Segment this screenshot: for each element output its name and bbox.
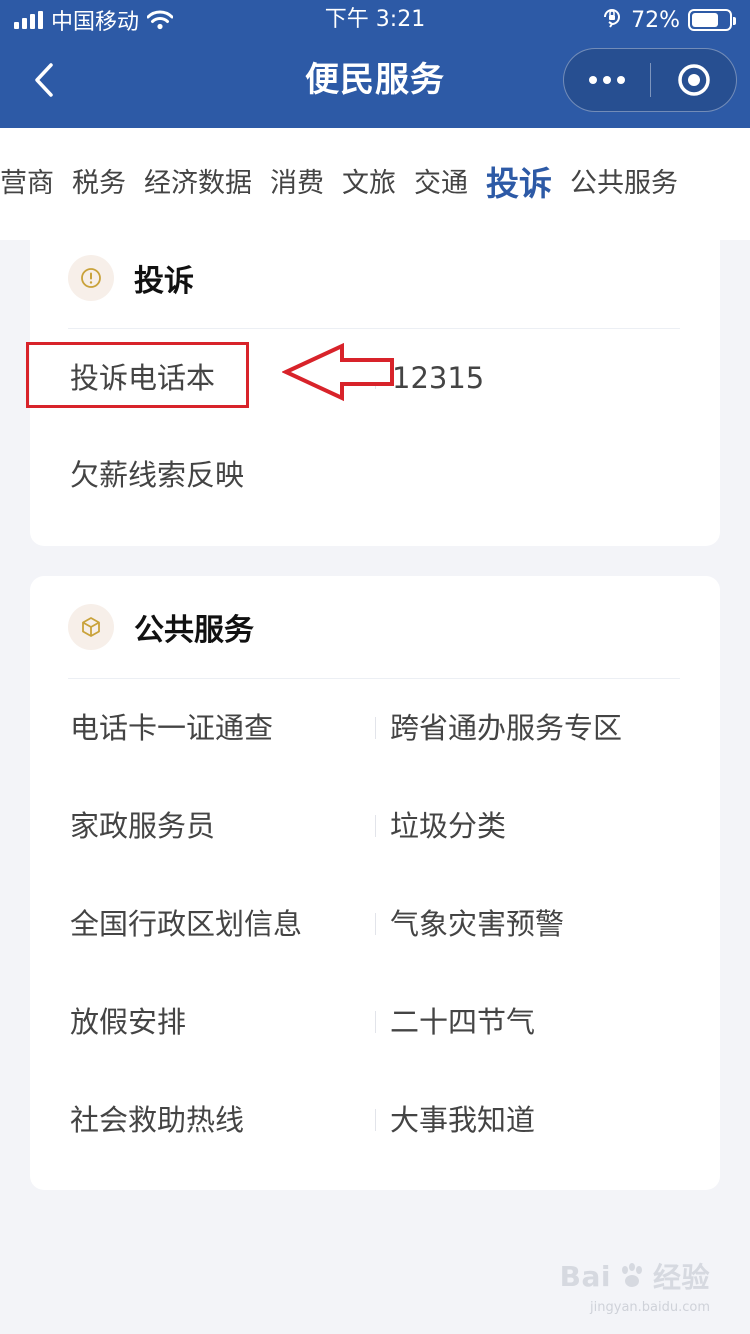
box-icon (68, 604, 114, 650)
tab-yingshang[interactable]: 营商 (0, 128, 63, 240)
watermark-brand: Bai (559, 1259, 611, 1293)
phone-card-query-item[interactable]: 电话卡一证通查 (70, 708, 273, 748)
holiday-schedule-item[interactable]: 放假安排 (70, 1002, 186, 1042)
rotation-lock-icon (601, 6, 623, 34)
cross-province-service-item[interactable]: 跨省通办服务专区 (390, 708, 622, 748)
public-service-card: 公共服务 电话卡一证通查 跨省通办服务专区 家政服务员 垃圾分类 全国行政区划信… (30, 576, 720, 1190)
target-close-icon (677, 64, 710, 96)
nav-bar: 便民服务 (0, 40, 750, 128)
watermark-brand-suffix: 经验 (652, 1261, 710, 1294)
wage-arrears-report-item[interactable]: 欠薪线索反映 (70, 455, 244, 495)
tab-shuiwu[interactable]: 税务 (63, 128, 135, 240)
column-divider (375, 913, 376, 935)
tab-xiaofei[interactable]: 消费 (261, 128, 333, 240)
divider (68, 678, 680, 679)
battery-percent: 72% (631, 7, 680, 33)
tab-jingji-shuju[interactable]: 经济数据 (135, 128, 261, 240)
annotation-arrow-icon (282, 342, 394, 402)
close-button[interactable] (651, 49, 736, 111)
solar-terms-item[interactable]: 二十四节气 (390, 1002, 535, 1042)
column-divider (375, 1109, 376, 1131)
more-button[interactable] (564, 49, 650, 111)
battery-icon (688, 9, 736, 31)
column-divider (375, 717, 376, 739)
back-button[interactable] (22, 58, 66, 102)
column-divider (375, 815, 376, 837)
complaint-card-header: 投诉 (68, 230, 194, 326)
column-divider (375, 1011, 376, 1033)
social-aid-hotline-item[interactable]: 社会救助热线 (70, 1100, 244, 1140)
public-service-card-header: 公共服务 (68, 576, 254, 678)
baidu-jingyan-watermark: Bai 经验 (560, 1256, 710, 1296)
more-dots-icon (589, 76, 597, 84)
garbage-sorting-item[interactable]: 垃圾分类 (390, 806, 506, 846)
housekeeping-item[interactable]: 家政服务员 (70, 806, 215, 846)
tab-gonggong-fuwu[interactable]: 公共服务 (561, 128, 687, 240)
tab-tousu[interactable]: 投诉 (477, 128, 561, 240)
tab-jiaotong[interactable]: 交通 (405, 128, 477, 240)
mini-program-capsule (563, 48, 737, 112)
tab-wenlv[interactable]: 文旅 (333, 128, 405, 240)
paw-icon (621, 1263, 642, 1287)
watermark-url: jingyan.baidu.com (590, 1300, 710, 1315)
admin-division-item[interactable]: 全国行政区划信息 (70, 904, 302, 944)
divider (68, 328, 680, 329)
weather-warning-item[interactable]: 气象灾害预警 (390, 904, 564, 944)
major-events-item[interactable]: 大事我知道 (390, 1100, 535, 1140)
alert-icon (68, 255, 114, 301)
complaint-section-title: 投诉 (134, 264, 194, 299)
category-tabs: 营商 税务 经济数据 消费 文旅 交通 投诉 公共服务 (0, 128, 750, 240)
chevron-left-icon (35, 63, 53, 97)
public-service-section-title: 公共服务 (134, 613, 254, 648)
hotline-12315-item[interactable]: 12315 (392, 358, 484, 398)
app-header: 中国移动 下午 3:21 72% 便民服务 (0, 0, 750, 128)
status-bar: 中国移动 下午 3:21 72% (0, 0, 750, 40)
annotation-highlight-box (26, 342, 249, 408)
